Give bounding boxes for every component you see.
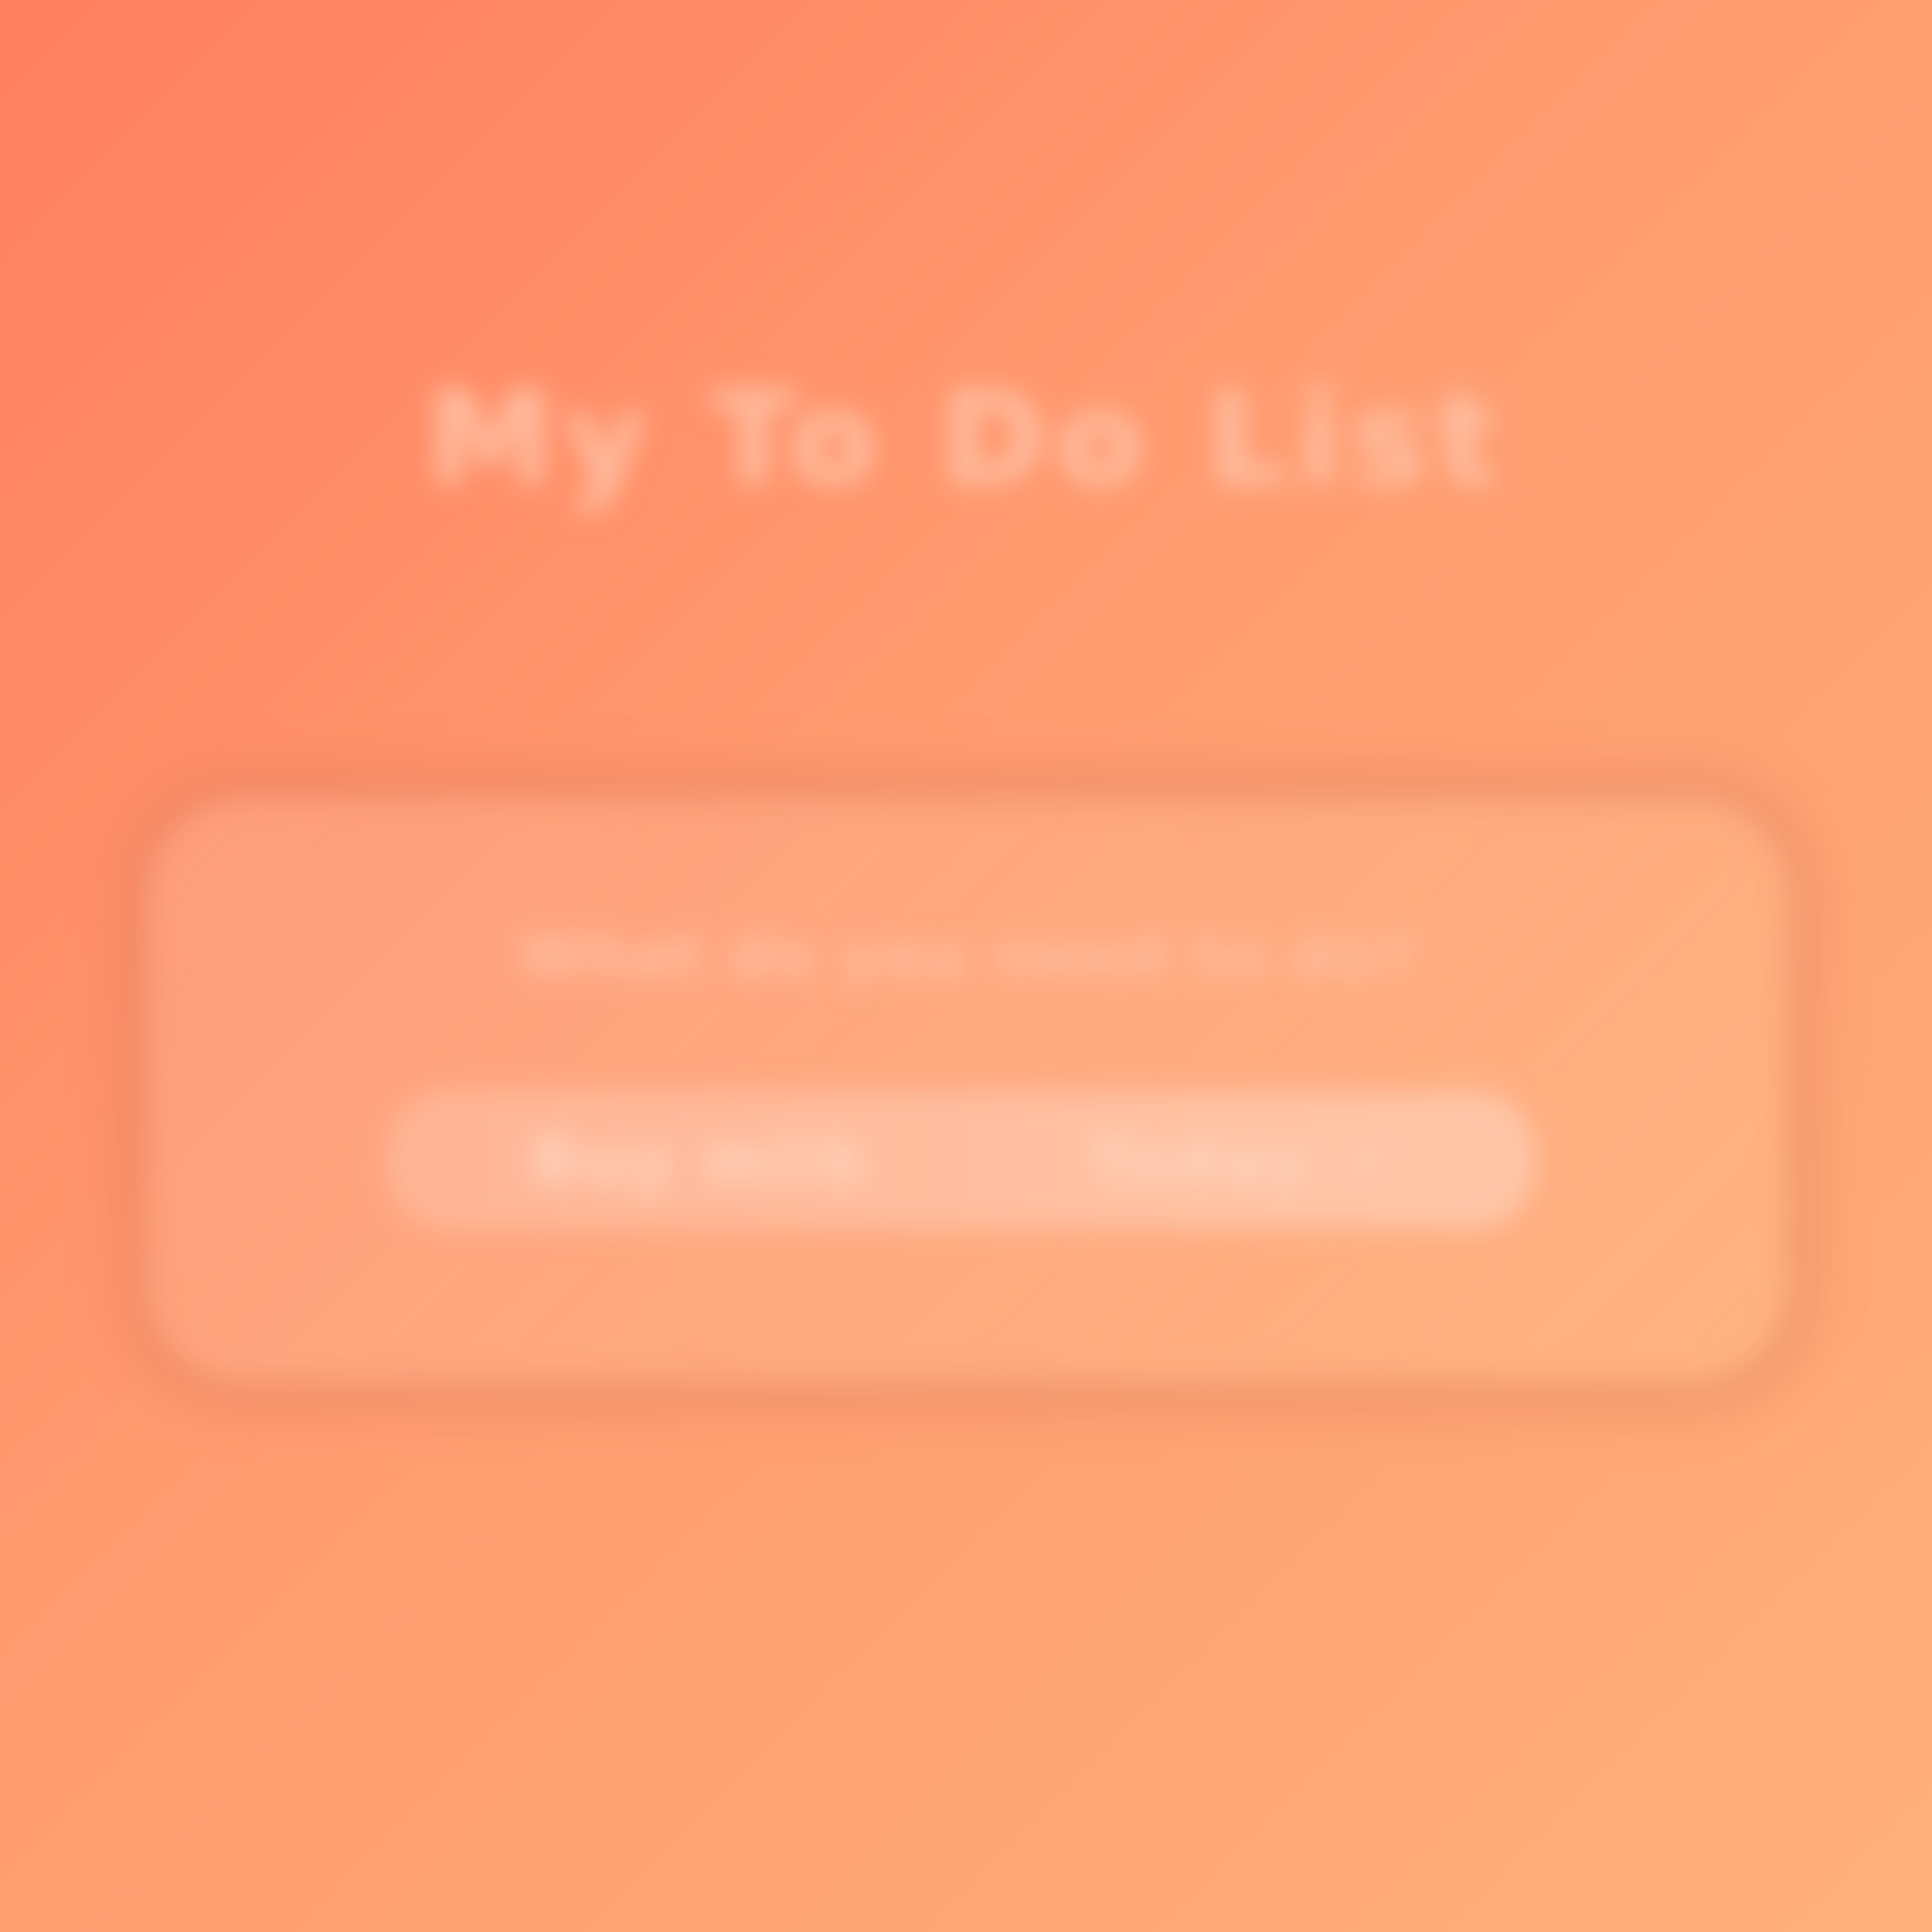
page-title: My To Do List bbox=[426, 364, 1506, 514]
blurred-screen: My To Do List What do you need to do? Bu… bbox=[0, 0, 1932, 1932]
prompt-text: What do you need to do? bbox=[520, 923, 1417, 990]
task-item[interactable]: Buy milk Today ✓ bbox=[387, 1091, 1535, 1229]
todo-panel: What do you need to do? Buy milk Today ✓ bbox=[144, 794, 1794, 1387]
task-label: Buy milk bbox=[531, 1124, 872, 1197]
task-meta: Today ✓ bbox=[1087, 1124, 1397, 1197]
